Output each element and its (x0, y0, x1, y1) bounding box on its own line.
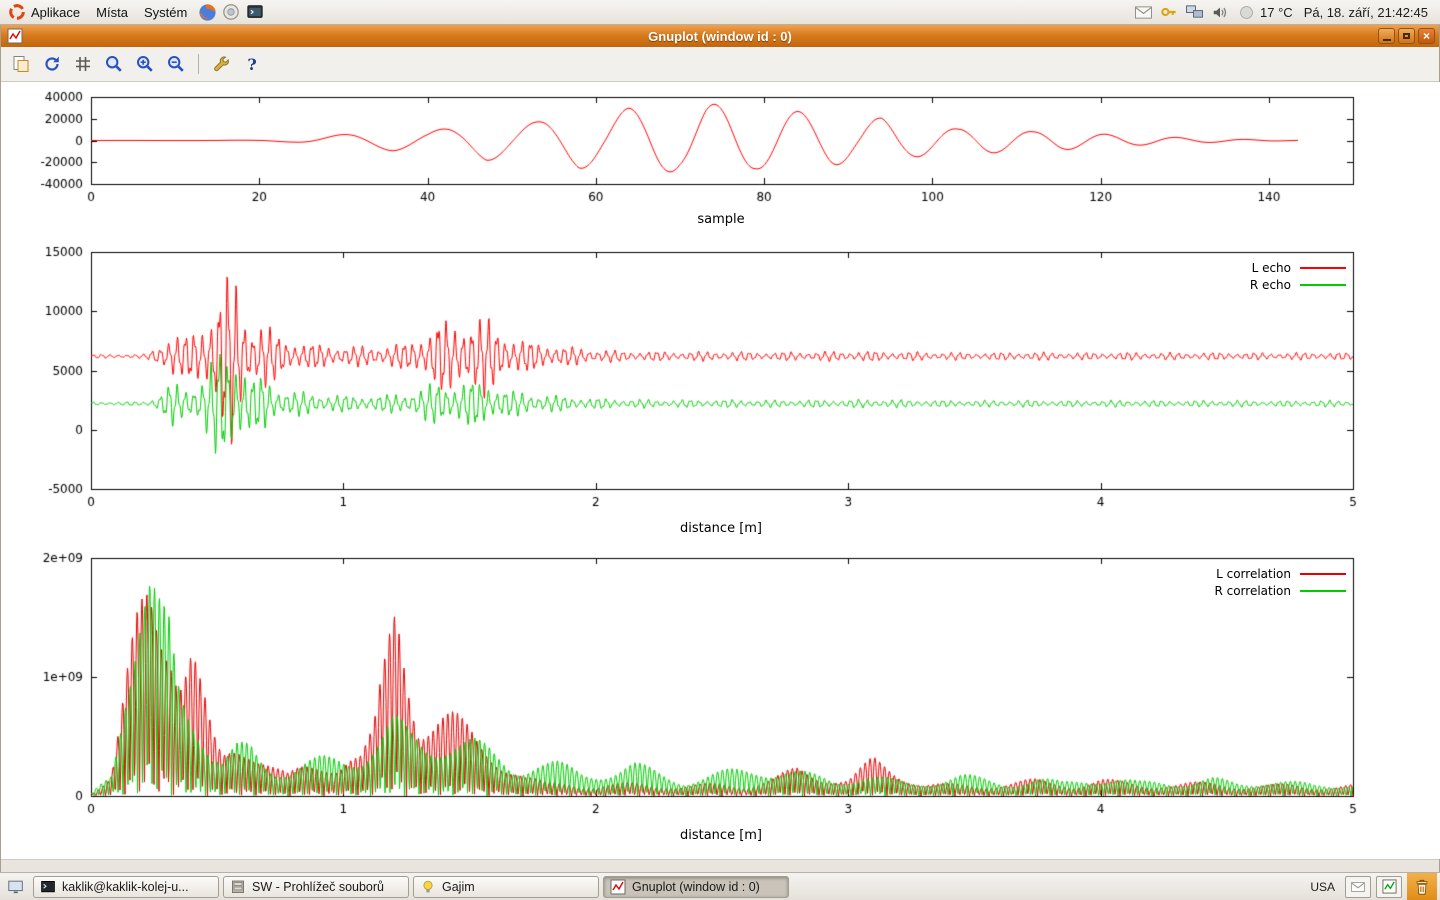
replot-button[interactable] (38, 51, 66, 77)
autoscale-icon (166, 54, 186, 74)
legend-line-l-echo (1300, 267, 1346, 269)
task-gajim-icon (420, 879, 436, 895)
copy-icon (11, 54, 31, 74)
maximize-icon (1403, 33, 1410, 39)
legend-label-r-echo: R echo (1250, 278, 1291, 292)
weather-icon (1238, 4, 1255, 21)
legend-label-l-echo: L echo (1252, 261, 1291, 275)
menu-applications-label: Aplikace (31, 5, 80, 20)
taskbar-tray: USA (1305, 873, 1437, 900)
task-file-manager-icon (230, 879, 246, 895)
terminal-icon (246, 3, 264, 21)
show-desktop-icon (7, 878, 25, 896)
minimize-icon (1383, 39, 1391, 41)
task-button-file-browser[interactable]: SW - Prohlížeč souborů (223, 876, 409, 898)
legend-line-l-correlation (1300, 573, 1346, 575)
network-icon[interactable] (1185, 4, 1204, 20)
task-label-file-browser: SW - Prohlížeč souborů (252, 880, 384, 894)
temperature-label: 17 °C (1260, 5, 1293, 20)
volume-icon[interactable] (1211, 4, 1229, 21)
trash-icon (1413, 877, 1431, 897)
legend-item-l-echo: L echo (1250, 259, 1346, 276)
mail-icon[interactable] (1134, 5, 1153, 20)
bottom-panel: kaklik@kaklik-kolej-u... SW - Prohlížeč … (0, 872, 1440, 900)
weather-applet[interactable]: 17 °C (1236, 0, 1295, 24)
zoom-next-button[interactable] (131, 51, 159, 77)
titlebar[interactable]: Gnuplot (window id : 0) × (1, 25, 1439, 47)
legend-line-r-echo (1300, 284, 1346, 286)
legend-item-l-correlation: L correlation (1214, 565, 1346, 582)
autoscale-button[interactable] (162, 51, 190, 77)
copy-button[interactable] (7, 51, 35, 77)
window-title: Gnuplot (window id : 0) (1, 29, 1439, 44)
wrench-icon (211, 54, 231, 74)
terminal-launcher[interactable] (243, 0, 267, 24)
panel-menus: Aplikace Místa Systém (0, 0, 267, 24)
help-button[interactable]: ? (238, 51, 266, 77)
task-gnuplot-icon (610, 879, 626, 895)
legend-item-r-correlation: R correlation (1214, 582, 1346, 599)
zoom-previous-icon (104, 54, 124, 74)
legend-echo: L echo R echo (1250, 259, 1346, 293)
xlabel-distance-correlation: distance [m] (1, 828, 1440, 843)
help-icon: ? (247, 55, 256, 74)
help-ring-icon (222, 3, 240, 21)
legend-correlation: L correlation R correlation (1214, 565, 1346, 599)
keyring-icon[interactable] (1160, 3, 1178, 21)
menu-applications[interactable]: Aplikace (0, 0, 88, 24)
task-button-gnuplot[interactable]: Gnuplot (window id : 0) (603, 876, 789, 898)
grid-button[interactable] (69, 51, 97, 77)
firefox-launcher[interactable] (195, 0, 219, 24)
tray-gnuplot[interactable] (1376, 876, 1402, 898)
menu-system[interactable]: Systém (136, 0, 195, 24)
task-label-gnuplot: Gnuplot (window id : 0) (632, 880, 760, 894)
toolbar: ? (1, 47, 1439, 82)
ubuntu-logo-icon (8, 3, 26, 21)
tray-gnuplot-icon (1382, 879, 1397, 894)
panel-tray: 17 °C Pá, 18. září, 21:42:45 (1134, 0, 1440, 24)
trash-button[interactable] (1407, 873, 1437, 900)
menu-system-label: Systém (144, 5, 187, 20)
help-launcher[interactable] (219, 0, 243, 24)
desktop: Aplikace Místa Systém (0, 0, 1440, 900)
task-button-gajim[interactable]: Gajim (413, 876, 599, 898)
clock-applet[interactable]: Pá, 18. září, 21:42:45 (1302, 0, 1430, 24)
task-button-terminal[interactable]: kaklik@kaklik-kolej-u... (33, 876, 219, 898)
keyboard-layout-indicator[interactable]: USA (1305, 880, 1340, 894)
toolbar-separator (198, 54, 199, 74)
clock-label: Pá, 18. září, 21:42:45 (1304, 5, 1428, 20)
plot-canvas[interactable] (1, 82, 1440, 859)
task-label-terminal: kaklik@kaklik-kolej-u... (62, 880, 189, 894)
replot-icon (42, 54, 62, 74)
tray-mail[interactable] (1345, 876, 1371, 898)
zoom-next-icon (135, 54, 155, 74)
close-icon: × (1423, 30, 1430, 42)
legend-label-r-correlation: R correlation (1214, 584, 1291, 598)
menu-places-label: Místa (96, 5, 128, 20)
minimize-button[interactable] (1378, 28, 1395, 44)
firefox-icon (198, 3, 217, 22)
top-panel: Aplikace Místa Systém (0, 0, 1440, 25)
task-terminal-icon (40, 879, 56, 895)
settings-button[interactable] (207, 51, 235, 77)
tray-mail-icon (1350, 881, 1366, 893)
gnuplot-window: Gnuplot (window id : 0) × (0, 25, 1440, 872)
window-controls: × (1378, 28, 1435, 44)
legend-item-r-echo: R echo (1250, 276, 1346, 293)
xlabel-distance-echo: distance [m] (1, 521, 1440, 536)
maximize-button[interactable] (1398, 28, 1415, 44)
legend-label-l-correlation: L correlation (1216, 567, 1291, 581)
menu-places[interactable]: Místa (88, 0, 136, 24)
xlabel-sample: sample (1, 212, 1440, 227)
grid-icon (73, 54, 93, 74)
close-button[interactable]: × (1418, 28, 1435, 44)
show-desktop-button[interactable] (3, 875, 29, 899)
task-label-gajim: Gajim (442, 880, 475, 894)
zoom-previous-button[interactable] (100, 51, 128, 77)
plot-area: sample distance [m] distance [m] L echo … (1, 82, 1440, 859)
legend-line-r-correlation (1300, 590, 1346, 592)
